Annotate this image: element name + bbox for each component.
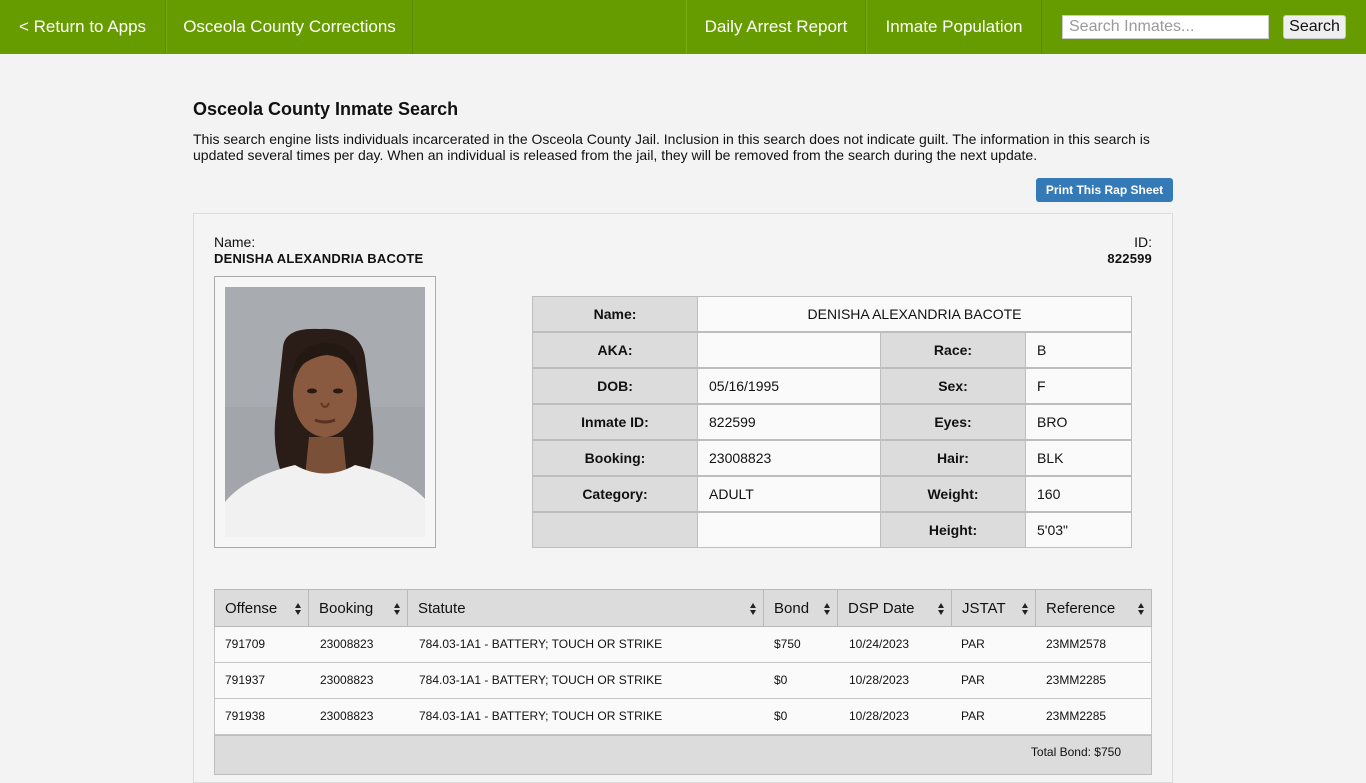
detail-weight-value: 160 [1025,476,1132,512]
cell-offense: 791937 [225,673,266,687]
total-bond-row: Total Bond: $750 [214,735,1152,775]
detail-dob-label: DOB: [532,368,698,404]
detail-eyes-label: Eyes: [880,404,1026,440]
cell-dsp-date: 10/28/2023 [849,709,910,723]
search-button[interactable]: Search [1283,15,1346,39]
detail-booking-label: Booking: [532,440,698,476]
print-rap-sheet-button[interactable]: Print This Rap Sheet [1036,178,1173,202]
inmate-details-table: Name: DENISHA ALEXANDRIA BACOTE AKA: Rac… [532,296,1132,549]
cell-statute: 784.03-1A1 - BATTERY; TOUCH OR STRIKE [419,709,663,723]
name-label: Name: [214,234,256,250]
detail-sex-label: Sex: [880,368,1026,404]
detail-dob-value: 05/16/1995 [697,368,881,404]
detail-inmate-id-value: 822599 [697,404,881,440]
cell-statute: 784.03-1A1 - BATTERY; TOUCH OR STRIKE [419,673,663,687]
site-home-link[interactable]: Osceola County Corrections [166,0,413,54]
sort-icon [295,603,302,615]
cell-booking: 23008823 [320,673,374,687]
cell-offense: 791938 [225,709,266,723]
table-row: 791937 23008823 784.03-1A1 - BATTERY; TO… [214,663,1152,699]
col-header-jstat[interactable]: JSTAT [951,589,1036,627]
detail-category-value: ADULT [697,476,881,512]
detail-height-value: 5'03" [1025,512,1132,548]
col-header-reference[interactable]: Reference [1035,589,1152,627]
sort-icon [938,603,945,615]
cell-jstat: PAR [961,673,985,687]
cell-offense: 791709 [225,637,266,651]
detail-empty-value [697,512,881,548]
top-nav-bar: < Return to Apps Osceola County Correcti… [0,0,1366,54]
return-to-apps-link[interactable]: < Return to Apps [0,0,166,54]
id-label: ID: [1134,234,1152,250]
cell-dsp-date: 10/24/2023 [849,637,910,651]
mugshot-photo [225,287,425,537]
col-header-dsp-date[interactable]: DSP Date [837,589,952,627]
inmate-id: 822599 [1107,251,1152,266]
detail-height-label: Height: [880,512,1026,548]
cell-jstat: PAR [961,709,985,723]
cell-statute: 784.03-1A1 - BATTERY; TOUCH OR STRIKE [419,637,663,651]
cell-bond: $750 [774,637,801,651]
cell-reference: 23MM2578 [1046,637,1107,651]
col-header-bond[interactable]: Bond [763,589,838,627]
table-row: 791938 23008823 784.03-1A1 - BATTERY; TO… [214,699,1152,735]
search-inmates-input[interactable] [1062,15,1269,39]
daily-arrest-report-link[interactable]: Daily Arrest Report [686,0,866,54]
cell-booking: 23008823 [320,637,374,651]
detail-sex-value: F [1025,368,1132,404]
detail-booking-value: 23008823 [697,440,881,476]
detail-inmate-id-label: Inmate ID: [532,404,698,440]
detail-race-label: Race: [880,332,1026,368]
detail-hair-label: Hair: [880,440,1026,476]
total-bond: Total Bond: $750 [1030,745,1121,759]
table-row: 791709 23008823 784.03-1A1 - BATTERY; TO… [214,627,1152,663]
mugshot-frame [214,276,436,548]
sort-icon [1138,603,1145,615]
detail-empty-label [532,512,698,548]
detail-weight-label: Weight: [880,476,1026,512]
cell-reference: 23MM2285 [1046,673,1107,687]
detail-name-label: Name: [532,296,698,332]
sort-icon [1022,603,1029,615]
sort-icon [394,603,401,615]
inmate-population-link[interactable]: Inmate Population [866,0,1042,54]
cell-jstat: PAR [961,637,985,651]
col-header-statute[interactable]: Statute [407,589,764,627]
col-header-offense[interactable]: Offense [214,589,309,627]
cell-bond: $0 [774,673,788,687]
sort-icon [824,603,831,615]
inmate-name: DENISHA ALEXANDRIA BACOTE [214,251,424,266]
cell-dsp-date: 10/28/2023 [849,673,910,687]
sort-icon [750,603,757,615]
cell-booking: 23008823 [320,709,374,723]
detail-aka-label: AKA: [532,332,698,368]
detail-name-value: DENISHA ALEXANDRIA BACOTE [697,296,1132,332]
detail-race-value: B [1025,332,1132,368]
col-header-booking[interactable]: Booking [308,589,408,627]
page-title: Osceola County Inmate Search [193,99,459,119]
detail-hair-value: BLK [1025,440,1132,476]
detail-category-label: Category: [532,476,698,512]
detail-aka-value [697,332,881,368]
cell-reference: 23MM2285 [1046,709,1107,723]
detail-eyes-value: BRO [1025,404,1132,440]
cell-bond: $0 [774,709,788,723]
intro-text: This search engine lists individuals inc… [193,131,1150,163]
